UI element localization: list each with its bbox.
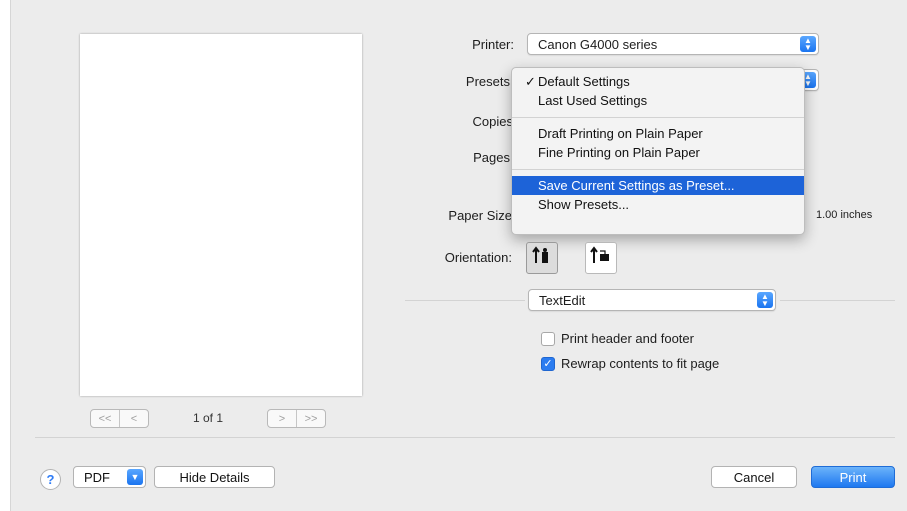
menu-item-last-used[interactable]: Last Used Settings [512,91,804,110]
menu-item-label: Show Presets... [538,197,630,212]
prev-page-button[interactable]: < [120,410,148,427]
menu-item-label: Save Current Settings as Preset... [538,178,735,193]
landscape-icon [590,246,612,270]
printer-label: Printer: [472,37,514,52]
print-header-footer-checkbox[interactable] [541,332,555,346]
portrait-orientation-button[interactable] [526,242,558,274]
print-preview [80,34,362,396]
cancel-button[interactable]: Cancel [711,466,797,488]
first-page-button[interactable]: << [91,410,120,427]
printer-popup[interactable]: Canon G4000 series ▲ ▼ [527,33,819,55]
print-header-footer-label: Print header and footer [561,331,694,346]
menu-item-label: Fine Printing on Plain Paper [538,145,700,160]
paper-size-dimensions: 1.00 inches [816,209,873,221]
menu-item-default-settings[interactable]: ✓ Default Settings [512,72,804,91]
printer-value: Canon G4000 series [538,36,658,52]
section-divider-left [405,300,525,301]
menu-item-label: Draft Printing on Plain Paper [538,126,703,141]
checkmark-icon: ✓ [525,74,536,89]
portrait-icon [532,246,552,270]
app-options-popup[interactable]: TextEdit ▲ ▼ [528,289,776,311]
print-button[interactable]: Print [811,466,895,488]
hide-details-button[interactable]: Hide Details [154,466,275,488]
menu-item-label: Default Settings [538,74,630,89]
presets-label: Presets [465,74,510,89]
chevron-down-icon: ▼ [127,469,143,485]
pdf-menu-button[interactable]: PDF ▼ [73,466,146,488]
pages-label: Pages [473,150,510,165]
paper-size-label: Paper Size [448,208,512,223]
help-button[interactable]: ? [40,469,61,490]
menu-item-fine-plain[interactable]: Fine Printing on Plain Paper [512,143,804,162]
hide-details-label: Hide Details [179,469,250,485]
pager-back-group: << < [90,409,149,428]
orientation-label: Orientation: [444,250,512,265]
section-divider-right [780,300,895,301]
presets-menu: ✓ Default Settings Last Used Settings Dr… [511,67,805,235]
rewrap-contents-label: Rewrap contents to fit page [561,356,720,371]
page-count: 1 of 1 [193,411,224,425]
rewrap-contents-checkbox[interactable]: ✓ [541,357,555,371]
menu-item-label: Last Used Settings [538,93,648,108]
menu-item-draft-plain[interactable]: Draft Printing on Plain Paper [512,124,804,143]
menu-item-save-preset[interactable]: Save Current Settings as Preset... [512,176,804,195]
cancel-label: Cancel [733,469,775,485]
copies-label: Copies [472,114,513,129]
menu-item-show-presets[interactable]: Show Presets... [512,195,804,214]
landscape-orientation-button[interactable] [585,242,617,274]
app-options-value: TextEdit [539,292,586,308]
pdf-label: PDF [84,469,110,485]
popup-arrows-icon: ▲ ▼ [757,292,773,308]
footer-divider [35,437,895,438]
next-page-button[interactable]: > [268,410,297,427]
pager-forward-group: > >> [267,409,326,428]
help-icon: ? [46,472,55,487]
menu-separator [512,117,804,118]
popup-arrows-icon: ▲ ▼ [800,36,816,52]
print-label: Print [839,469,867,485]
last-page-button[interactable]: >> [297,410,325,427]
menu-separator [512,169,804,170]
